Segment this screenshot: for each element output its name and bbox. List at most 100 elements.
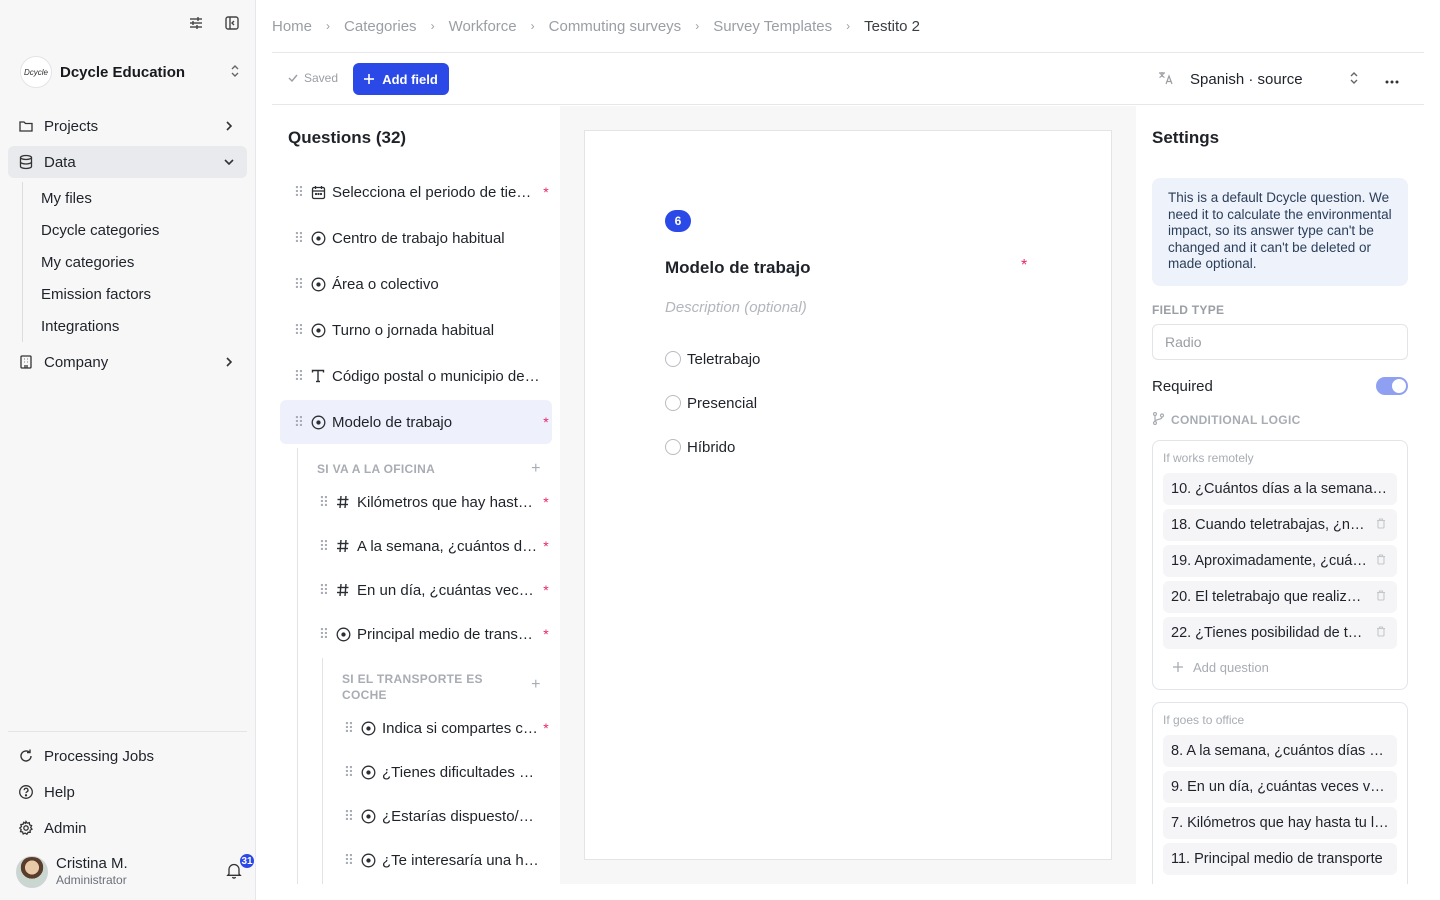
user-name: Cristina M. <box>56 855 128 872</box>
add-field-button[interactable]: Add field <box>353 63 449 95</box>
language-label: Spanish · source <box>1190 70 1303 88</box>
more-options-button[interactable] <box>1382 69 1402 89</box>
breadcrumb-categories[interactable]: Categories <box>344 18 417 35</box>
subnav-emission-factors[interactable]: Emission factors <box>41 278 247 310</box>
question-label: Indica si compartes coche <box>382 719 540 737</box>
question-item[interactable]: ⠿ En un día, ¿cuántas veces vas y vuelve… <box>313 568 552 612</box>
save-status: Saved <box>288 71 338 85</box>
subnav-my-files[interactable]: My files <box>41 182 247 214</box>
radio-button[interactable] <box>665 395 681 411</box>
question-label: Selecciona el periodo de tiempo <box>332 183 540 201</box>
breadcrumb-workforce[interactable]: Workforce <box>449 18 517 35</box>
data-subnav: My files Dcycle categories My categories… <box>22 182 247 342</box>
radio-option[interactable]: Presencial <box>665 393 757 413</box>
add-to-group-button[interactable]: + <box>528 677 544 693</box>
subnav-my-categories[interactable]: My categories <box>41 246 247 278</box>
drag-handle-icon[interactable]: ⠿ <box>288 276 308 293</box>
org-switcher[interactable]: Dcycle Dcycle Education <box>20 56 242 88</box>
question-item-selected[interactable]: ⠿ Modelo de trabajo * <box>280 400 552 444</box>
language-select[interactable]: Spanish · source <box>1158 63 1360 95</box>
radio-option[interactable]: Teletrabajo <box>665 349 760 369</box>
chevron-right-icon: › <box>846 19 851 33</box>
conditional-question-item[interactable]: 20. El teletrabajo que realizas es desde… <box>1163 581 1397 613</box>
radio-button[interactable] <box>665 351 681 367</box>
question-item[interactable]: ⠿ A la semana, ¿cuántos días vas a la of… <box>313 524 552 568</box>
question-item[interactable]: ⠿ ¿Tienes dificultades para aparcar? <box>338 750 552 794</box>
radio-button[interactable] <box>665 439 681 455</box>
nav-item-admin[interactable]: Admin <box>8 812 247 844</box>
radio-icon <box>308 229 328 247</box>
question-title-input[interactable]: Modelo de trabajo <box>665 258 1031 278</box>
question-item[interactable]: ⠿ Indica si compartes coche * <box>338 706 552 750</box>
question-item[interactable]: ⠿ ¿Te interesaría una herramienta para c… <box>338 838 552 882</box>
conditional-question-item[interactable]: 18. Cuando teletrabajas, ¿no vas a la of… <box>1163 509 1397 541</box>
question-item[interactable]: ⠿ Código postal o municipio de residenci… <box>288 354 552 398</box>
sliders-icon[interactable] <box>187 14 205 32</box>
conditional-question-item[interactable]: 22. ¿Tienes posibilidad de teletrabajar? <box>1163 617 1397 649</box>
drag-handle-icon[interactable]: ⠿ <box>338 720 358 737</box>
drag-handle-icon[interactable]: ⠿ <box>313 582 333 599</box>
drag-handle-icon[interactable]: ⠿ <box>288 230 308 247</box>
add-to-group-button[interactable]: + <box>528 461 544 477</box>
question-label: Centro de trabajo habitual <box>332 229 505 247</box>
conditional-question-item[interactable]: 8. A la semana, ¿cuántos días sueles ir? <box>1163 735 1397 767</box>
nav-item-data[interactable]: Data <box>8 146 247 178</box>
question-item[interactable]: ⠿ Selecciona el periodo de tiempo * <box>288 170 552 214</box>
drag-handle-icon[interactable]: ⠿ <box>338 852 358 869</box>
sidebar: Dcycle Dcycle Education Projects Data My… <box>0 0 256 900</box>
radio-icon <box>308 275 328 293</box>
drag-handle-icon[interactable]: ⠿ <box>288 368 308 385</box>
nav-item-projects[interactable]: Projects <box>8 110 247 142</box>
user-menu[interactable]: Cristina M. Administrator 31 <box>16 852 256 888</box>
question-item[interactable]: ⠿ ¿Estarías dispuesto/a a compartir coch… <box>338 794 552 838</box>
folder-icon <box>18 118 34 134</box>
trash-icon[interactable] <box>1373 554 1389 568</box>
breadcrumb-survey-templates[interactable]: Survey Templates <box>713 18 832 35</box>
breadcrumb-home[interactable]: Home <box>272 18 312 35</box>
radio-icon <box>358 763 378 781</box>
drag-handle-icon[interactable]: ⠿ <box>338 808 358 825</box>
conditional-question-label: 22. ¿Tienes posibilidad de teletrabajar? <box>1171 625 1367 641</box>
drag-handle-icon[interactable]: ⠿ <box>313 494 333 511</box>
radio-option[interactable]: Híbrido <box>665 437 735 457</box>
nav-item-company[interactable]: Company <box>8 346 247 378</box>
conditional-question-item[interactable]: 11. Principal medio de transporte <box>1163 843 1397 875</box>
conditional-question-item[interactable]: 19. Aproximadamente, ¿cuántas horas tele… <box>1163 545 1397 577</box>
question-item[interactable]: ⠿ Turno o jornada habitual <box>288 308 552 352</box>
group-connector-line <box>322 658 323 884</box>
conditional-question-item[interactable]: 7. Kilómetros que hay hasta tu lugar de … <box>1163 807 1397 839</box>
user-info: Cristina M. Administrator <box>56 856 224 888</box>
required-toggle[interactable] <box>1376 377 1408 395</box>
sidebar-collapse-icon[interactable] <box>223 14 241 32</box>
nav-item-help[interactable]: Help <box>8 776 247 808</box>
condition-block-remote: If works remotely 10. ¿Cuántos días a la… <box>1152 440 1408 690</box>
question-item[interactable]: ⠿ Área o colectivo <box>288 262 552 306</box>
chevron-up-down-icon <box>1348 71 1360 88</box>
add-question-label: Add question <box>1193 659 1269 675</box>
trash-icon[interactable] <box>1373 518 1389 532</box>
breadcrumb-commuting-surveys[interactable]: Commuting surveys <box>549 18 682 35</box>
question-item[interactable]: ⠿ Principal medio de transporte * <box>313 612 552 656</box>
drag-handle-icon[interactable]: ⠿ <box>288 322 308 339</box>
conditional-question-label: 11. Principal medio de transporte <box>1171 851 1383 867</box>
question-item[interactable]: ⠿ Kilómetros que hay hasta tu lugar de t… <box>313 480 552 524</box>
question-description-input[interactable]: Description (optional) <box>665 299 807 316</box>
conditional-question-item[interactable]: 9. En un día, ¿cuántas veces vas y vuelv… <box>1163 771 1397 803</box>
question-item[interactable]: ⠿ Centro de trabajo habitual <box>288 216 552 260</box>
subnav-dcycle-categories[interactable]: Dcycle categories <box>41 214 247 246</box>
trash-icon[interactable] <box>1373 590 1389 604</box>
subnav-integrations[interactable]: Integrations <box>41 310 247 342</box>
conditional-logic-label: CONDITIONAL LOGIC <box>1171 413 1301 427</box>
breadcrumb-current: Testito 2 <box>864 17 921 35</box>
drag-handle-icon[interactable]: ⠿ <box>313 538 333 555</box>
drag-handle-icon[interactable]: ⠿ <box>288 414 308 431</box>
drag-handle-icon[interactable]: ⠿ <box>313 626 333 643</box>
drag-handle-icon[interactable]: ⠿ <box>338 764 358 781</box>
condition-title: If works remotely <box>1163 451 1254 465</box>
drag-handle-icon[interactable]: ⠿ <box>288 184 308 201</box>
add-question-button[interactable]: Add question <box>1163 653 1397 681</box>
nav-item-processing-jobs[interactable]: Processing Jobs <box>8 740 247 772</box>
trash-icon[interactable] <box>1373 626 1389 640</box>
notifications-button[interactable]: 31 <box>224 852 256 882</box>
conditional-question-item[interactable]: 10. ¿Cuántos días a la semana teletrabaj… <box>1163 473 1397 505</box>
